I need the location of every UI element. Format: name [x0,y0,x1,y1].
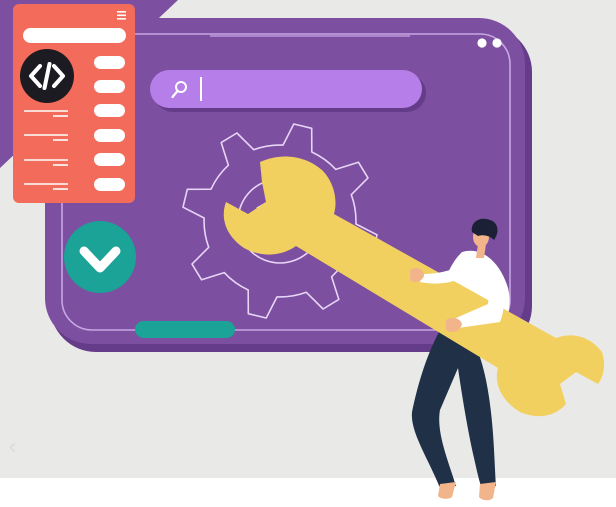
chevron-left-icon[interactable]: ‹ [8,436,28,460]
code-badge [20,49,74,103]
sidebar-panel [13,4,135,203]
progress-bar [135,321,235,338]
footer-strip [0,478,616,507]
search-input[interactable] [205,74,409,108]
hamburger-menu-icon [117,11,126,20]
check-badge [64,221,136,293]
sidebar-title-bar [23,28,126,43]
